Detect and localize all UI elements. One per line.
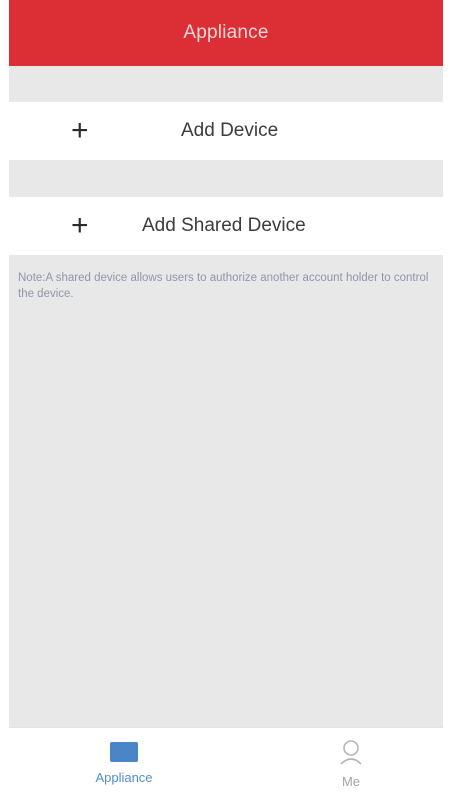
user-icon (340, 740, 362, 765)
add-shared-device-button[interactable]: + Add Shared Device (9, 197, 443, 255)
bottom-tab-bar: Appliance Me (9, 727, 443, 806)
plus-icon: + (71, 209, 89, 242)
tab-me[interactable]: Me (291, 738, 411, 798)
tab-appliance[interactable]: Appliance (64, 738, 184, 798)
page-title: Appliance (183, 22, 269, 43)
plus-icon: + (71, 114, 89, 147)
add-device-button[interactable]: + Add Device (9, 102, 443, 160)
tab-me-label: Me (341, 774, 361, 789)
app-screen: Appliance + Add Device + Add Shared Devi… (9, 0, 443, 806)
shared-device-note: Note:A shared device allows users to aut… (18, 272, 429, 300)
add-shared-device-label: Add Shared Device (142, 215, 306, 236)
add-device-label: Add Device (181, 120, 279, 141)
tab-appliance-label: Appliance (95, 770, 153, 785)
appliance-icon (110, 742, 138, 762)
app-header: Appliance (9, 0, 443, 66)
